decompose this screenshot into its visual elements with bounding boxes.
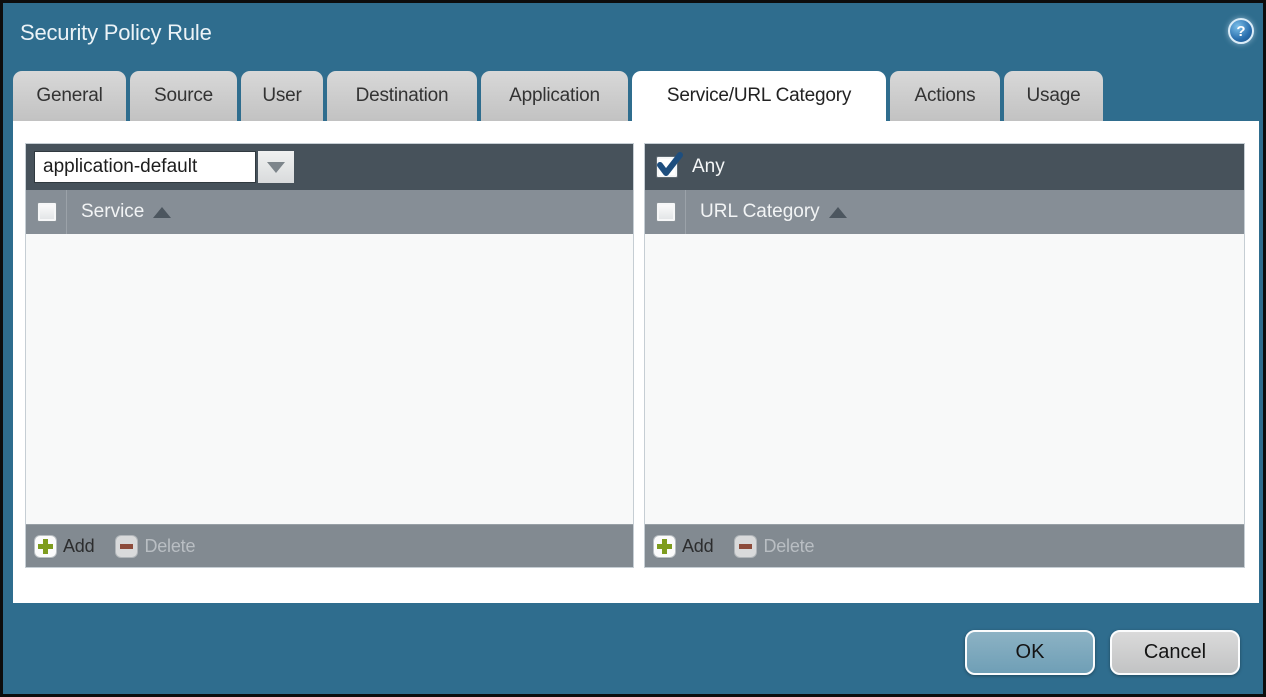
service-toolbar: Add Delete [26,524,633,567]
dropdown-arrow-button[interactable] [258,151,294,183]
add-button-label: Add [63,536,94,557]
url-category-select-all-cell [645,190,686,234]
checkmark-icon [655,150,685,180]
tab-actions[interactable]: Actions [890,71,1000,121]
url-category-column-header[interactable]: URL Category [700,201,847,223]
url-category-panel-header: Any [645,144,1244,190]
service-delete-button[interactable]: Delete [116,536,195,557]
cancel-button[interactable]: Cancel [1110,630,1240,675]
tab-general[interactable]: General [13,71,126,121]
tab-usage[interactable]: Usage [1004,71,1103,121]
service-type-dropdown[interactable] [34,151,294,183]
delete-icon [735,536,756,557]
url-category-column-label[interactable]: URL Category [700,201,820,223]
service-type-dropdown-input[interactable] [34,151,256,183]
ok-button[interactable]: OK [965,630,1095,675]
delete-button-label: Delete [144,536,195,557]
service-panel-header [26,144,633,190]
any-checkbox[interactable] [656,156,678,178]
url-category-delete-button[interactable]: Delete [735,536,814,557]
delete-button-label: Delete [763,536,814,557]
tab-source[interactable]: Source [130,71,237,121]
any-checkbox-label[interactable]: Any [692,156,725,178]
url-category-column-header-row: URL Category [645,190,1244,234]
service-column-header[interactable]: Service [81,201,171,223]
security-policy-rule-dialog: Security Policy Rule ? General Source Us… [0,0,1266,697]
tab-destination[interactable]: Destination [327,71,477,121]
tab-bar: General Source User Destination Applicat… [13,71,1103,121]
url-category-list[interactable] [645,234,1244,524]
add-icon [654,536,675,557]
help-glyph: ? [1236,23,1245,40]
sort-ascending-icon [829,207,847,218]
help-icon[interactable]: ? [1228,18,1254,44]
service-select-all-checkbox[interactable] [37,202,57,222]
tab-service-url-category[interactable]: Service/URL Category [632,71,886,123]
tab-user[interactable]: User [241,71,323,121]
sort-ascending-icon [153,207,171,218]
service-column-label[interactable]: Service [81,201,144,223]
url-category-add-button[interactable]: Add [654,536,713,557]
service-panel: Service Add Delete [25,143,634,568]
add-button-label: Add [682,536,713,557]
service-column-header-row: Service [26,190,633,234]
delete-icon [116,536,137,557]
tab-application[interactable]: Application [481,71,628,121]
dialog-title: Security Policy Rule [20,20,212,46]
add-icon [35,536,56,557]
chevron-down-icon [267,162,285,173]
service-add-button[interactable]: Add [35,536,94,557]
url-category-select-all-checkbox[interactable] [656,202,676,222]
service-list[interactable] [26,234,633,524]
dialog-content: Service Add Delete [13,121,1259,603]
url-category-toolbar: Add Delete [645,524,1244,567]
url-category-panel: Any URL Category Add Delete [644,143,1245,568]
service-select-all-cell [26,190,67,234]
